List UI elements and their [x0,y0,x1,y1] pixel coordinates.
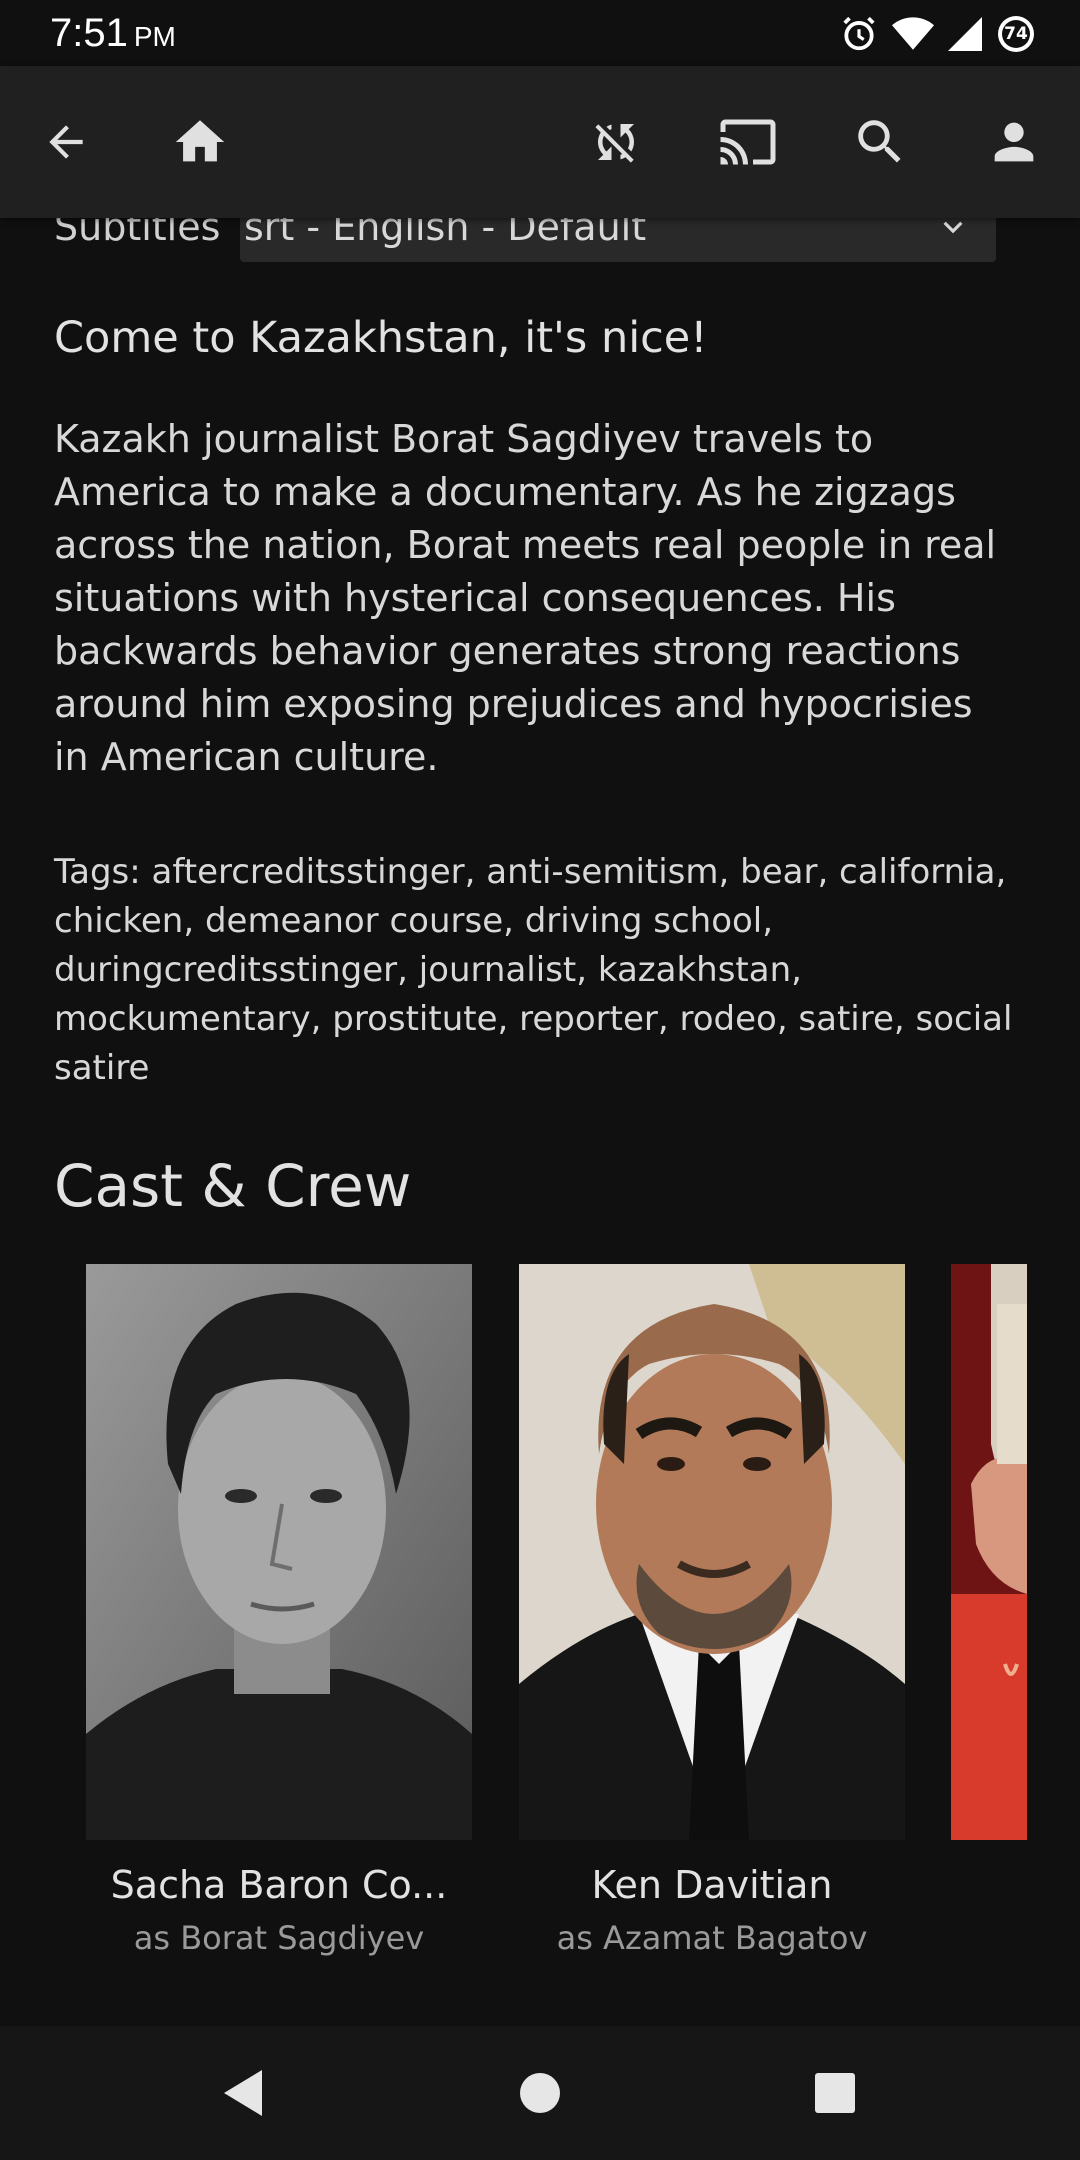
app-toolbar [0,66,1080,218]
cast-name: Ken Davitian [591,1863,833,1907]
subtitles-select-value: srt - English - Default [244,218,647,249]
cast-list: Sacha Baron Co... as Borat Sagdiyev Ken … [0,1264,1080,1964]
item-details: Subtitles srt - English - Default Come t… [0,218,1080,2026]
alarm-icon [840,15,878,53]
subtitles-row: Subtitles srt - English - Default [54,218,996,262]
nav-recents-icon [815,2073,855,2113]
status-time-ampm: PM [133,21,176,52]
account-button[interactable] [976,104,1052,180]
nav-home-icon [520,2073,560,2113]
chevron-down-icon [943,221,963,234]
sync-toggle-button[interactable] [578,104,654,180]
cast-photo[interactable] [519,1264,905,1840]
search-button[interactable] [842,104,918,180]
status-time: 7:51 PM [50,8,176,62]
arrow-back-icon [49,125,83,159]
cast-button[interactable] [710,104,786,180]
cast-icon [720,119,776,165]
subtitles-select[interactable]: srt - English - Default [240,218,996,262]
battery-level: 74 [1004,24,1028,44]
cast-role: as Borat Sagdiyev [133,1919,425,1957]
tagline: Come to Kazakhstan, it's nice! [54,313,708,363]
cast-photo[interactable] [86,1264,472,1840]
status-icons: 74 [840,12,1036,56]
cast-role: as Azamat Bagatov [556,1919,868,1957]
status-bar: 7:51 PM 74 [0,0,1080,66]
back-button[interactable] [28,104,104,180]
home-icon [175,120,225,162]
cast-photo[interactable] [951,1264,1027,1840]
home-button[interactable] [162,104,238,180]
wifi-icon [892,16,934,52]
account-icon [994,122,1034,162]
tags-text: Tags: aftercreditsstinger, anti-semitism… [54,852,1013,1088]
cast-section-title: Cast & Crew [54,1152,412,1220]
battery-saver-icon: 74 [996,14,1036,54]
search-icon [858,120,901,163]
sync-disabled-icon [595,124,634,163]
nav-recents-button[interactable] [802,2060,868,2126]
status-time-value: 7:51 [50,11,128,55]
nav-back-button[interactable] [210,2060,276,2126]
subtitles-label: Subtitles [54,218,221,249]
system-nav-bar [0,2026,1080,2160]
nav-home-button[interactable] [507,2060,573,2126]
overview-text: Kazakh journalist Borat Sagdiyev travels… [54,417,997,779]
nav-back-icon [224,2070,262,2116]
cast-name: Sacha Baron Co... [110,1863,448,1907]
cell-signal-icon [948,16,982,52]
